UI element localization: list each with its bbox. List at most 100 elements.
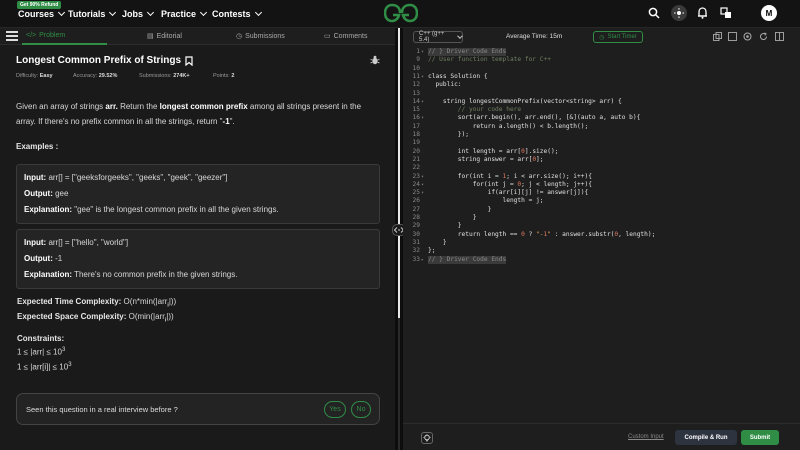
code-line[interactable]: 32}; — [403, 247, 800, 255]
code-text: // } Driver Code Ends — [428, 255, 507, 264]
code-line[interactable]: 27 } — [403, 206, 800, 214]
code-line[interactable]: 21 string answer = arr[0]; — [403, 156, 800, 164]
code-line[interactable]: 22 — [403, 164, 800, 172]
code-line[interactable]: 12 public: — [403, 81, 800, 89]
code-line[interactable]: 13 — [403, 90, 800, 98]
search-icon[interactable] — [648, 7, 660, 19]
space-complexity-value: O(min(|arr — [126, 312, 165, 321]
bookmark-icon[interactable] — [185, 55, 193, 66]
code-text: } — [428, 238, 447, 246]
nav-contests[interactable]: Contests — [212, 8, 262, 19]
example-output: Output: -1 — [24, 251, 372, 267]
example-output: Output: gee — [24, 186, 372, 202]
code-line[interactable]: 10 — [403, 65, 800, 73]
line-number: 9 — [416, 56, 420, 64]
line-number: 13 — [412, 89, 420, 97]
code-line[interactable]: 19 — [403, 139, 800, 147]
code-line[interactable]: 26 length = j; — [403, 197, 800, 205]
code-line[interactable]: 30 return length == 0 ? "-1" : answer.su… — [403, 231, 800, 239]
code-line[interactable]: 29 } — [403, 222, 800, 230]
code-line[interactable]: 16 ▾ sort(arr.begin(), arr.end(), [&](aut… — [403, 114, 800, 122]
avatar[interactable]: M — [761, 5, 777, 21]
gfg-logo[interactable] — [384, 3, 418, 23]
scrollbar-thumb[interactable] — [398, 28, 400, 318]
constraint-2-sup: 3 — [68, 362, 72, 368]
line-number: 25 — [412, 189, 420, 197]
fold-toggle-icon[interactable]: ▾ — [421, 173, 424, 181]
theme-toggle[interactable] — [671, 5, 687, 21]
split-view-icon[interactable] — [775, 32, 784, 41]
nav-tutorials[interactable]: Tutorials — [68, 8, 117, 19]
line-number: 10 — [412, 64, 420, 72]
fold-toggle-icon[interactable]: ▾ — [421, 73, 424, 81]
code-text: return length == 0 ? "-1" : answer.subst… — [428, 230, 656, 238]
explanation-label: Explanation: — [24, 270, 73, 279]
reset-icon[interactable] — [759, 32, 768, 41]
line-number: 20 — [412, 147, 420, 155]
code-line[interactable]: 20 int length = arr[0].size(); — [403, 148, 800, 156]
accuracy: Accuracy: 29.52% — [73, 73, 117, 79]
code-text: } — [428, 205, 492, 213]
example-box-2: Input: arr[] = ["hello", "world"] Output… — [16, 229, 380, 289]
line-number: 21 — [412, 155, 420, 163]
submit-button[interactable]: Submit — [741, 430, 779, 445]
translate-icon[interactable] — [720, 7, 732, 19]
code-line[interactable]: 17 return a.length() < b.length(); — [403, 123, 800, 131]
active-tab-indicator — [22, 43, 107, 45]
tab-submissions[interactable]: ◷ Submissions — [236, 32, 285, 41]
code-line[interactable]: 11 ▾ class Solution { — [403, 73, 800, 81]
menu-icon[interactable] — [6, 31, 18, 42]
code-line[interactable]: 25 ▾ if(arr[i][j] != answer[j]){ — [403, 189, 800, 197]
fold-toggle-icon[interactable]: ▾ — [421, 189, 424, 197]
editorial-icon: ▤ — [147, 33, 154, 40]
custom-input-link[interactable]: Custom Input — [628, 434, 664, 440]
code-editor[interactable]: 1 ▾// } Driver Code Ends 9// User function… — [403, 45, 800, 423]
code-line[interactable]: 15 // your code here — [403, 106, 800, 114]
code-line[interactable]: 33 ▸ // } Driver Code Ends — [403, 255, 800, 264]
editor-panel: C++ (g++ 5.4) Average Time: 15m ◷ Start T… — [403, 28, 800, 450]
bell-icon[interactable] — [697, 7, 708, 19]
nav-jobs[interactable]: Jobs — [122, 8, 155, 19]
code-line[interactable]: 23 ▾ for(int i = 1; i < arr.size(); i++){ — [403, 173, 800, 181]
time-complexity: Expected Time Complexity: O(n*min(|arri|… — [17, 297, 176, 309]
code-line[interactable]: 1 ▾ // } Driver Code Ends — [403, 48, 800, 57]
bug-icon[interactable] — [370, 55, 380, 65]
tab-editorial[interactable]: ▤ Editorial — [147, 32, 182, 41]
line-number: 22 — [412, 164, 420, 172]
settings-icon[interactable] — [743, 32, 752, 41]
language-select[interactable]: C++ (g++ 5.4) — [413, 31, 463, 43]
output-value: -1 — [52, 254, 63, 263]
copy-icon[interactable] — [713, 32, 722, 41]
fold-toggle-icon[interactable]: ▾ — [421, 98, 424, 106]
difficulty: Difficulty: Easy — [16, 73, 53, 79]
fold-toggle-icon[interactable]: ▾ — [421, 48, 424, 56]
start-timer-button[interactable]: ◷ Start Timer — [593, 31, 643, 43]
top-navbar: Get 90% Refund Courses Tutorials Jobs Pr… — [0, 0, 800, 28]
fold-toggle-icon[interactable]: ▾ — [421, 114, 424, 122]
yes-button[interactable]: Yes — [324, 401, 346, 418]
line-number: 18 — [412, 131, 420, 138]
fold-toggle-icon[interactable]: ▾ — [421, 181, 424, 189]
fold-toggle-icon[interactable]: ▸ — [421, 256, 424, 264]
code-line[interactable]: 31 } — [403, 239, 800, 247]
nav-practice-label: Practice — [161, 9, 197, 19]
compile-run-button[interactable]: Compile & Run — [675, 430, 737, 445]
code-line[interactable]: 18 }); — [403, 131, 800, 139]
code-line[interactable]: 9 // User function template for C++ — [403, 56, 800, 64]
nav-practice[interactable]: Practice — [161, 8, 208, 19]
hint-button[interactable] — [421, 432, 433, 444]
space-complexity-end: |)) — [166, 312, 174, 321]
nav-courses[interactable]: Courses — [18, 8, 66, 19]
code-line[interactable]: 14 ▾ string longestCommonPrefix(vector<st… — [403, 98, 800, 106]
time-complexity-end: |)) — [168, 297, 177, 306]
example-explanation: Explanation: There's no common prefix in… — [24, 267, 372, 283]
refund-badge[interactable]: Get 90% Refund — [17, 1, 62, 9]
no-button[interactable]: No — [351, 401, 371, 418]
code-line[interactable]: 28 } — [403, 214, 800, 222]
tab-comments[interactable]: ▭ Comments — [324, 32, 367, 41]
code-line[interactable]: 24 ▾ for(int j = 0; j < length; j++){ — [403, 181, 800, 189]
code-text: public: — [428, 81, 462, 89]
fullscreen-icon[interactable] — [728, 32, 737, 41]
tab-problem[interactable]: </> Problem — [26, 32, 65, 39]
line-number: 16 — [412, 114, 420, 122]
